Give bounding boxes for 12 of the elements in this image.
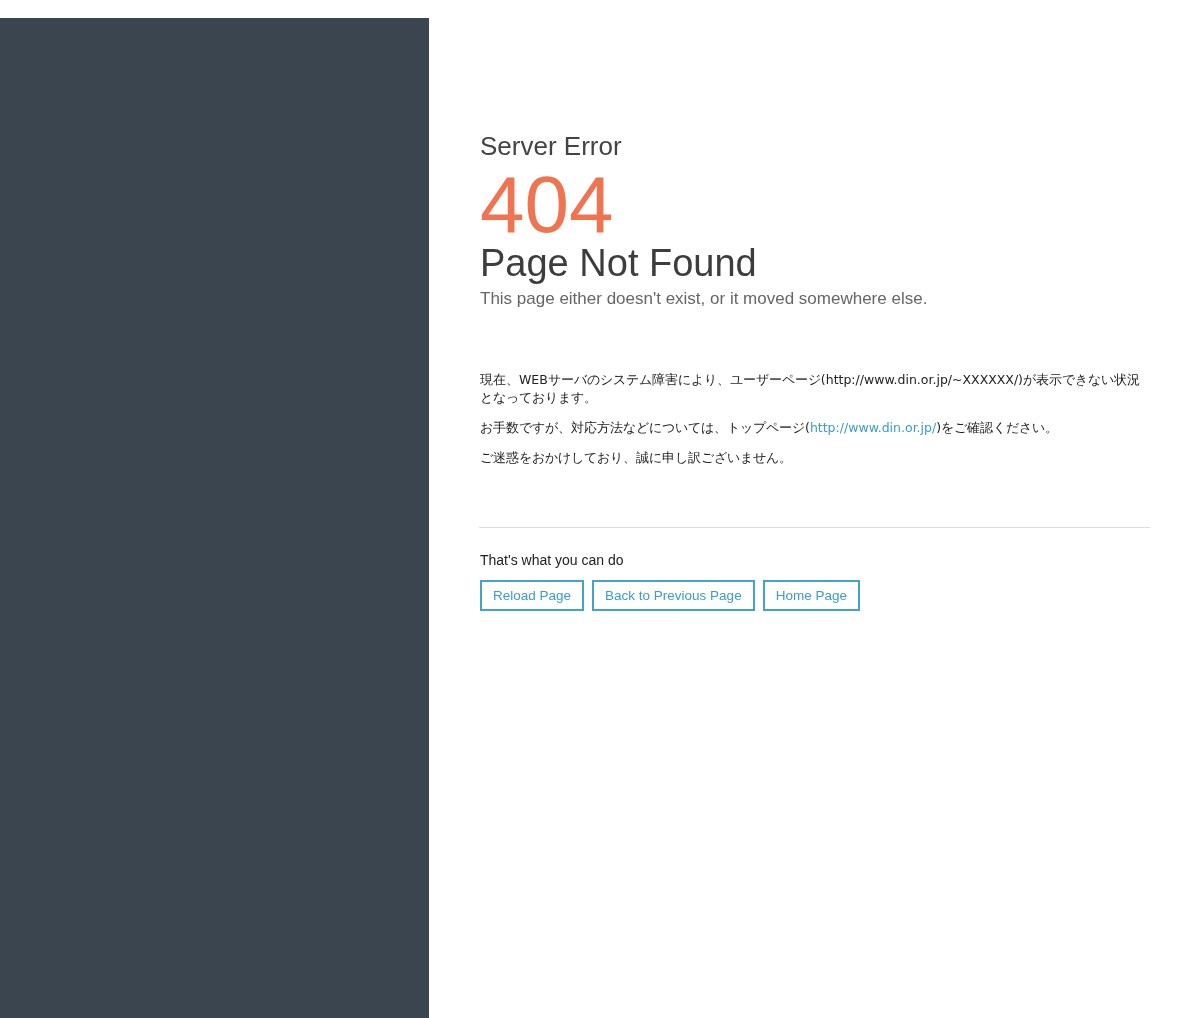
error-description: This page either doesn't exist, or it moved somewhere else.	[480, 289, 929, 309]
action-button[interactable]: Home Page	[762, 580, 860, 611]
notice-paragraph: お手数ですが、対応方法などについては、トップページ(http://www.din.or.jp/)をご確認ください。	[480, 419, 1060, 437]
action-button[interactable]: Back to Previous Page	[592, 580, 755, 611]
notice-paragraph: 現在、WEBサーバのシステム障害により、ユーザーページ(http://www.din.or.jp/~XXXXXX/)が表示できない状況となっております。	[480, 371, 1141, 407]
error-code: 404	[480, 169, 615, 241]
action-button[interactable]: Reload Page	[480, 580, 585, 611]
notice-paragraph: ご迷惑をおかけしており、誠に申し訳ございません。	[480, 449, 793, 467]
page-title: Page Not Found	[480, 241, 758, 285]
actions-heading: That's what you can do	[480, 552, 625, 568]
top-page-link[interactable]: http://www.din.or.jp/	[809, 420, 937, 435]
error-label: Server Error	[480, 131, 623, 161]
